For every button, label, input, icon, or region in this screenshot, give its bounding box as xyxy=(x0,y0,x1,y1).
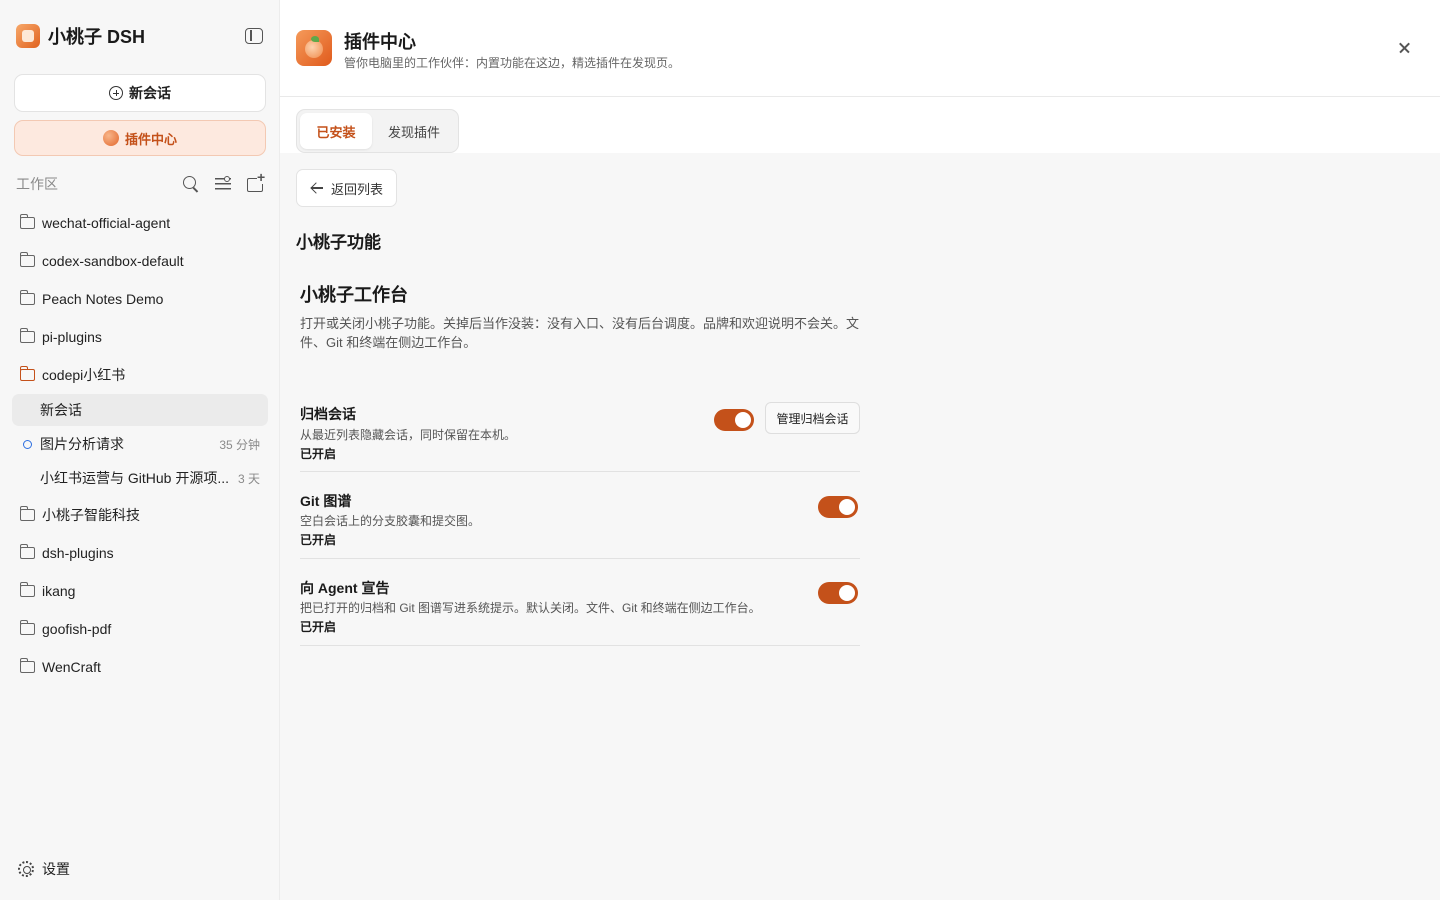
folder-icon xyxy=(19,620,35,635)
folder-open-icon xyxy=(19,366,35,381)
close-icon[interactable] xyxy=(1394,38,1414,58)
panel-subtitle: 管你电脑里的工作伙伴：内置功能在这边，精选插件在发现页。 xyxy=(344,56,681,70)
folder-item[interactable]: codex-sandbox-default xyxy=(12,245,268,277)
folder-icon xyxy=(19,658,35,673)
folder-icon xyxy=(19,506,35,521)
setting-description: 空白会话上的分支胶囊和提交图。 xyxy=(300,514,481,528)
folder-name: Peach Notes Demo xyxy=(42,291,164,307)
session-title: 新会话 xyxy=(40,402,82,418)
git-graph-toggle[interactable] xyxy=(818,496,858,518)
workspace-header: 工作区 xyxy=(16,170,266,194)
setting-state: 已开启 xyxy=(300,620,337,634)
folder-icon xyxy=(19,544,35,559)
folder-icon xyxy=(19,252,35,267)
folder-name: wechat-official-agent xyxy=(42,215,171,231)
gear-icon xyxy=(18,861,34,877)
back-to-list-button[interactable]: 返回列表 xyxy=(296,169,397,207)
setting-archive-sessions: 归档会话 从最近列表隐藏会话，同时保留在本机。 已开启 管理归档会话 xyxy=(300,398,860,472)
folder-name: goofish-pdf xyxy=(42,621,112,637)
peach-logo-icon xyxy=(296,30,332,66)
folder-name: codex-sandbox-default xyxy=(42,253,184,269)
folder-item[interactable]: dsh-plugins xyxy=(12,537,268,569)
folder-item[interactable]: ikang xyxy=(12,575,268,607)
peach-icon xyxy=(102,130,119,146)
plugin-center-label: 插件中心 xyxy=(124,131,177,147)
settings-label: 设置 xyxy=(42,861,70,877)
session-item[interactable]: 小红书运营与 GitHub 开源项... 3 天 xyxy=(12,462,268,494)
archive-sessions-toggle[interactable] xyxy=(714,409,754,431)
folder-name: pi-plugins xyxy=(42,329,102,345)
setting-state: 已开启 xyxy=(300,533,337,547)
setting-description: 从最近列表隐藏会话，同时保留在本机。 xyxy=(300,428,517,442)
plus-circle-icon xyxy=(109,86,123,100)
manage-archived-button[interactable]: 管理归档会话 xyxy=(765,402,860,434)
folder-icon xyxy=(19,214,35,229)
announce-to-agent-toggle[interactable] xyxy=(818,582,858,604)
sidebar-toggle-icon[interactable] xyxy=(245,28,263,44)
plugin-center-button[interactable]: 插件中心 xyxy=(14,120,266,156)
panel-header: 插件中心 管你电脑里的工作伙伴：内置功能在这边，精选插件在发现页。 xyxy=(280,0,1440,97)
folder-item[interactable]: pi-plugins xyxy=(12,321,268,353)
plugin-description: 打开或关闭小桃子功能。关掉后当作没装：没有入口、没有后台调度。品牌和欢迎说明不会… xyxy=(300,316,860,350)
folder-item-open[interactable]: codepi小红书 xyxy=(12,359,268,391)
settings-button[interactable]: 设置 xyxy=(18,858,70,880)
folder-icon xyxy=(19,328,35,343)
app-name: 小桃子 DSH xyxy=(48,27,146,47)
folder-name: codepi小红书 xyxy=(42,367,126,383)
folder-icon xyxy=(19,582,35,597)
session-time: 35 分钟 xyxy=(219,437,260,452)
running-status-icon xyxy=(23,440,32,449)
brand: 小桃子 DSH xyxy=(16,24,145,48)
panel-title: 插件中心 xyxy=(344,32,416,52)
setting-git-graph: Git 图谱 空白会话上的分支胶囊和提交图。 已开启 xyxy=(300,472,860,559)
new-chat-button[interactable]: 新会话 xyxy=(14,74,266,112)
session-title: 图片分析请求 xyxy=(40,436,124,452)
folder-icon xyxy=(19,290,35,305)
app-logo-icon xyxy=(16,24,40,48)
setting-title: 归档会话 xyxy=(300,406,356,422)
add-folder-icon[interactable] xyxy=(246,170,266,193)
session-item[interactable]: 新会话 xyxy=(12,394,268,426)
workspace-label: 工作区 xyxy=(16,176,58,192)
setting-title: Git 图谱 xyxy=(300,493,352,509)
session-item[interactable]: 图片分析请求 35 分钟 xyxy=(12,428,268,460)
back-label: 返回列表 xyxy=(331,181,384,197)
folder-name: dsh-plugins xyxy=(42,545,114,561)
folder-item[interactable]: 小桃子智能科技 xyxy=(12,499,268,531)
plugin-name: 小桃子工作台 xyxy=(300,285,408,305)
folder-item[interactable]: goofish-pdf xyxy=(12,613,268,645)
tabs: 已安装 发现插件 xyxy=(296,109,459,153)
setting-announce-to-agent: 向 Agent 宣告 把已打开的归档和 Git 图谱写进系统提示。默认关闭。文件… xyxy=(300,559,860,646)
setting-description: 把已打开的归档和 Git 图谱写进系统提示。默认关闭。文件、Git 和终端在侧边… xyxy=(300,601,761,615)
folder-item[interactable]: WenCraft xyxy=(12,651,268,683)
session-time: 3 天 xyxy=(237,471,260,486)
sidebar: 小桃子 DSH 新会话 插件中心 工作区 wechat-official-age… xyxy=(0,0,280,900)
folder-item[interactable]: Peach Notes Demo xyxy=(12,283,268,315)
new-chat-label: 新会话 xyxy=(129,85,171,101)
session-title: 小红书运营与 GitHub 开源项... xyxy=(40,470,230,486)
plugin-center-panel: 插件中心 管你电脑里的工作伙伴：内置功能在这边，精选插件在发现页。 已安装 发现… xyxy=(280,0,1440,900)
section-title: 小桃子功能 xyxy=(296,233,381,252)
search-icon[interactable] xyxy=(182,175,200,193)
folder-name: ikang xyxy=(42,583,76,599)
setting-title: 向 Agent 宣告 xyxy=(300,580,390,596)
setting-state: 已开启 xyxy=(300,447,337,461)
tab-discover[interactable]: 发现插件 xyxy=(374,113,454,149)
folder-item[interactable]: wechat-official-agent xyxy=(12,207,268,239)
tab-installed[interactable]: 已安装 xyxy=(300,113,372,149)
arrow-left-icon xyxy=(311,182,323,194)
filter-icon[interactable] xyxy=(214,175,232,193)
folder-name: 小桃子智能科技 xyxy=(42,507,140,523)
folder-name: WenCraft xyxy=(42,659,101,675)
